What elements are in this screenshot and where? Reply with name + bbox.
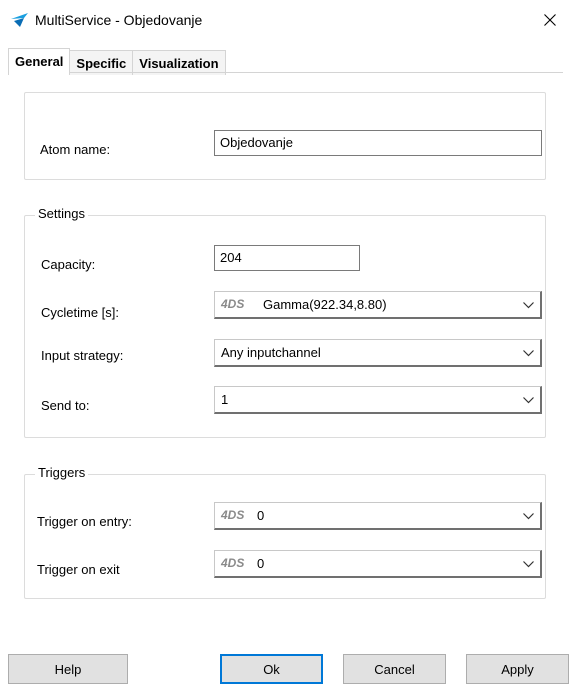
tab-panel-border	[8, 72, 563, 73]
tab-general[interactable]: General	[8, 48, 71, 75]
cycletime-combo[interactable]: 4DS Gamma(922.34,8.80)	[214, 291, 542, 319]
chevron-down-icon	[523, 302, 534, 309]
window-title: MultiService - Objedovanje	[35, 12, 203, 28]
multiservice-logo-icon	[11, 13, 28, 27]
chevron-down-icon	[523, 397, 534, 404]
settings-group: Settings Capacity: 204 Cycletime [s]: 4D…	[24, 206, 546, 438]
input-strategy-combo[interactable]: Any inputchannel	[214, 339, 542, 367]
send-to-label: Send to:	[41, 398, 90, 413]
help-button[interactable]: Help	[8, 654, 128, 684]
capacity-input[interactable]: 204	[214, 245, 360, 271]
input-strategy-label: Input strategy:	[41, 348, 124, 363]
settings-group-title: Settings	[35, 206, 88, 221]
4ds-prefix: 4DS	[221, 297, 245, 311]
input-strategy-value: Any inputchannel	[221, 345, 321, 360]
tab-strip: General Specific Visualization	[8, 48, 226, 75]
triggers-group-title: Triggers	[35, 465, 89, 480]
title-bar: MultiService - Objedovanje	[0, 0, 571, 42]
chevron-down-icon	[523, 513, 534, 520]
capacity-label: Capacity:	[41, 257, 96, 272]
trigger-on-entry-value: 0	[257, 508, 265, 523]
trigger-on-exit-label: Trigger on exit	[37, 562, 120, 577]
close-button[interactable]	[535, 6, 565, 34]
close-icon	[544, 14, 556, 26]
chevron-down-icon	[523, 561, 534, 568]
trigger-on-entry-label: Trigger on entry:	[37, 514, 132, 529]
cycletime-value: Gamma(922.34,8.80)	[263, 297, 387, 312]
apply-button[interactable]: Apply	[466, 654, 569, 684]
4ds-prefix: 4DS	[221, 556, 245, 570]
cycletime-label: Cycletime [s]:	[41, 305, 120, 320]
chevron-down-icon	[523, 350, 534, 357]
4ds-prefix: 4DS	[221, 508, 245, 522]
atom-name-group: Atom name: Objedovanje	[24, 92, 546, 180]
trigger-on-exit-combo[interactable]: 4DS 0	[214, 550, 542, 578]
send-to-value: 1	[221, 392, 229, 407]
send-to-combo[interactable]: 1	[214, 386, 542, 414]
cancel-button[interactable]: Cancel	[343, 654, 446, 684]
atom-name-label: Atom name:	[40, 142, 111, 157]
trigger-on-exit-value: 0	[257, 556, 265, 571]
ok-button[interactable]: Ok	[220, 654, 323, 684]
atom-name-input[interactable]: Objedovanje	[214, 130, 542, 156]
trigger-on-entry-combo[interactable]: 4DS 0	[214, 502, 542, 530]
triggers-group: Triggers Trigger on entry: 4DS 0 Trigger…	[24, 465, 546, 599]
